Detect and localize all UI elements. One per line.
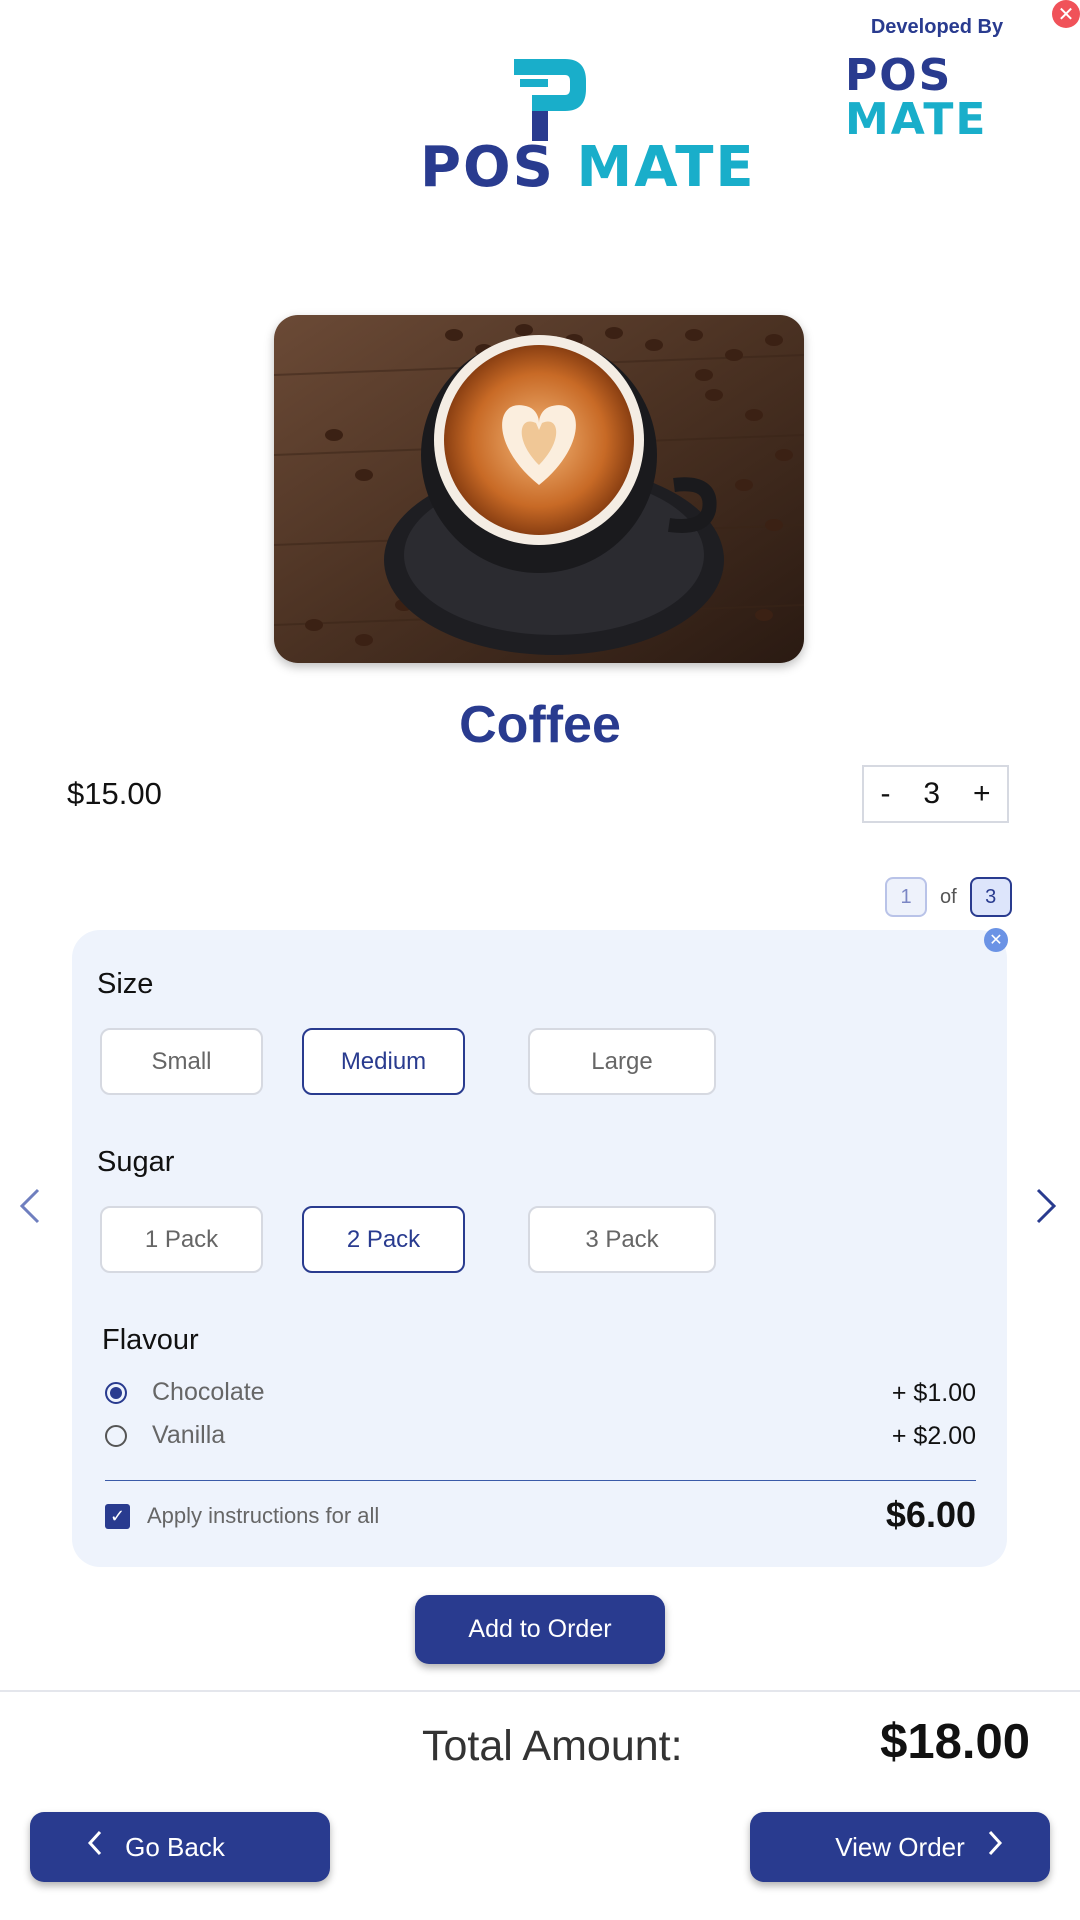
product-price: $15.00 — [67, 776, 162, 811]
previous-item-arrow-icon[interactable] — [18, 1186, 42, 1236]
main-logo-pos: POS — [420, 135, 555, 200]
add-to-order-button[interactable]: Add to Order — [415, 1595, 665, 1664]
go-back-button[interactable]: Go Back — [30, 1812, 330, 1882]
checkmark-icon: ✓ — [109, 1506, 126, 1526]
flavour-radio-vanilla[interactable] — [105, 1425, 127, 1447]
view-order-button[interactable]: View Order — [750, 1812, 1050, 1882]
next-item-arrow-icon[interactable] — [1034, 1186, 1058, 1236]
pager-current[interactable]: 1 — [885, 877, 927, 917]
footer-divider — [0, 1690, 1080, 1692]
size-option-medium[interactable]: Medium — [302, 1028, 465, 1095]
total-amount-label: Total Amount: — [422, 1722, 683, 1770]
flavour-price-vanilla: + $2.00 — [891, 1422, 976, 1450]
size-section-title: Size — [97, 968, 154, 1000]
quantity-decrease-button[interactable]: - — [880, 777, 890, 811]
options-divider — [105, 1480, 976, 1481]
close-app-button[interactable]: ✕ — [1052, 0, 1080, 28]
flavour-price-chocolate: + $1.00 — [891, 1379, 976, 1407]
quantity-increase-button[interactable]: + — [973, 777, 991, 811]
options-subtotal: $6.00 — [885, 1494, 976, 1535]
sugar-option-1-pack[interactable]: 1 Pack — [100, 1206, 263, 1273]
total-amount-value: $18.00 — [880, 1715, 1030, 1769]
product-name: Coffee — [459, 696, 621, 754]
chevron-left-icon — [87, 1829, 103, 1865]
main-logo-wordmark: POS MATE — [420, 140, 756, 196]
go-back-label: Go Back — [125, 1831, 225, 1862]
chevron-right-icon — [987, 1829, 1003, 1865]
size-option-large[interactable]: Large — [528, 1028, 716, 1095]
flavour-radio-chocolate[interactable] — [105, 1382, 127, 1404]
developer-logo: POS MATE — [845, 54, 1080, 142]
developed-by-label: Developed By — [870, 16, 1004, 38]
coffee-cup-image — [274, 315, 804, 663]
flavour-label-chocolate: Chocolate — [152, 1378, 265, 1406]
pager-total[interactable]: 3 — [969, 877, 1012, 917]
close-icon: ✕ — [1057, 3, 1075, 26]
quantity-stepper: - 3 + — [862, 765, 1009, 823]
close-icon: ✕ — [989, 932, 1003, 949]
flavour-label-vanilla: Vanilla — [152, 1421, 226, 1449]
developer-logo-mate: MATE — [845, 94, 988, 145]
pager-of-label: of — [940, 885, 957, 908]
flavour-section-title: Flavour — [102, 1324, 199, 1356]
quantity-value: 3 — [923, 777, 941, 810]
sugar-option-3-pack[interactable]: 3 Pack — [528, 1206, 716, 1273]
sugar-section-title: Sugar — [97, 1146, 175, 1178]
item-pager: 1 of 3 — [885, 877, 1012, 917]
apply-all-label: Apply instructions for all — [147, 1503, 380, 1528]
apply-all-checkbox[interactable]: ✓ — [105, 1504, 130, 1529]
remove-item-button[interactable]: ✕ — [984, 928, 1008, 952]
main-logo-mate: MATE — [576, 135, 756, 200]
view-order-label: View Order — [835, 1831, 965, 1862]
sugar-option-2-pack[interactable]: 2 Pack — [302, 1206, 465, 1273]
size-option-small[interactable]: Small — [100, 1028, 263, 1095]
